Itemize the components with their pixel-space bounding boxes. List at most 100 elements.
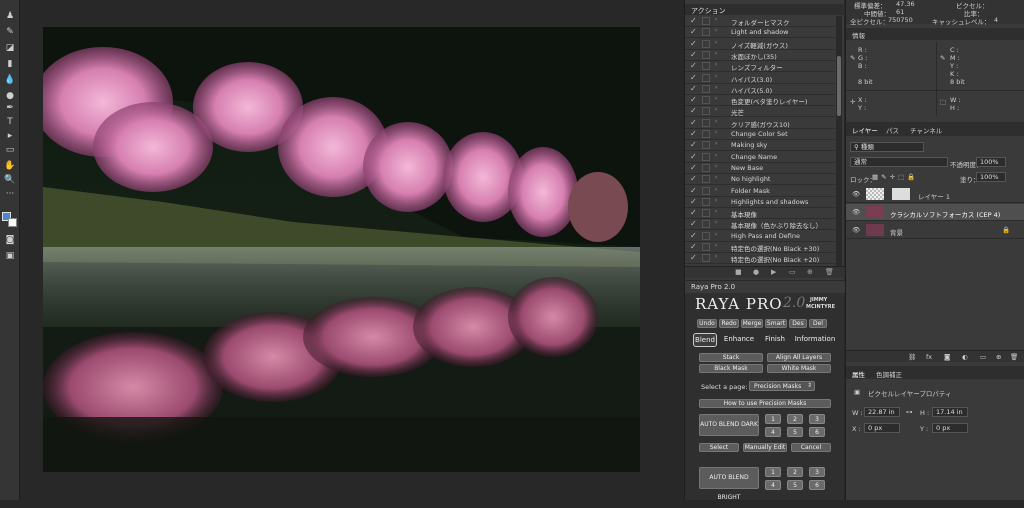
cherry-blossom-lake-photo[interactable]: [43, 27, 640, 472]
checkmark-icon[interactable]: ✓: [690, 95, 697, 104]
auto-blend-bright-button[interactable]: AUTO BLEND BRIGHT: [699, 467, 759, 501]
checkmark-icon[interactable]: ✓: [690, 118, 697, 127]
dialog-toggle[interactable]: [702, 17, 710, 25]
blend-level-5-button[interactable]: 5: [787, 480, 803, 490]
chevron-right-icon[interactable]: ›: [715, 242, 717, 249]
blend-level-2-button[interactable]: 2: [787, 414, 803, 424]
tab-layers[interactable]: レイヤー: [852, 125, 878, 135]
chevron-right-icon[interactable]: ›: [715, 231, 717, 238]
blend-mode-dropdown[interactable]: 通常: [850, 157, 948, 167]
mask-icon[interactable]: ◙: [944, 353, 950, 361]
chevron-right-icon[interactable]: ›: [715, 50, 717, 57]
checkmark-icon[interactable]: ✓: [690, 152, 697, 161]
action-item[interactable]: ✓ › 色変更(ベタ塗りレイヤー): [685, 95, 835, 107]
new-layer-icon[interactable]: ⊕: [996, 353, 1001, 361]
layer-row[interactable]: 👁 レイヤー 1: [846, 186, 1024, 203]
action-item[interactable]: ✓ › レンズフィルター: [685, 61, 835, 73]
action-item[interactable]: ✓ › 光芒: [685, 106, 835, 118]
chevron-right-icon[interactable]: ›: [715, 118, 717, 125]
dialog-toggle[interactable]: [702, 118, 710, 127]
raya-tab-finish[interactable]: Finish: [761, 333, 789, 347]
dialog-toggle[interactable]: [702, 231, 710, 240]
dialog-toggle[interactable]: [702, 197, 710, 206]
select-button[interactable]: Select: [699, 443, 739, 452]
chevron-right-icon[interactable]: ›: [715, 84, 717, 91]
auto-blend-dark-button[interactable]: AUTO BLEND DARK: [699, 414, 759, 436]
raya-undo-button[interactable]: Undo: [697, 319, 717, 328]
chevron-right-icon[interactable]: ›: [715, 27, 717, 34]
chevron-right-icon[interactable]: ›: [715, 163, 717, 170]
checkmark-icon[interactable]: ✓: [690, 39, 697, 48]
dodge-icon[interactable]: ●: [3, 90, 17, 102]
blend-level-5-button[interactable]: 5: [787, 427, 803, 437]
select-page-dropdown[interactable]: Precision Masks ⇕: [749, 381, 815, 391]
checkmark-icon[interactable]: ✓: [690, 231, 697, 240]
dialog-toggle[interactable]: [702, 50, 710, 59]
raya-del-button[interactable]: Del: [809, 319, 827, 328]
background-color-swatch[interactable]: [8, 218, 17, 227]
action-item[interactable]: ✓ › 特定色の選択(No Black +30): [685, 242, 835, 253]
checkmark-icon[interactable]: ✓: [690, 163, 697, 172]
dialog-toggle[interactable]: [702, 130, 710, 138]
action-item[interactable]: ✓ › クリア感(ガウス10): [685, 118, 835, 129]
height-field[interactable]: 17.14 in: [932, 407, 968, 417]
blend-level-4-button[interactable]: 4: [765, 427, 781, 437]
chevron-right-icon[interactable]: ›: [715, 39, 717, 46]
action-item[interactable]: ✓ › 基本現像（色かぶり除去なし）: [685, 219, 835, 231]
checkmark-icon[interactable]: ✓: [690, 61, 697, 70]
link-icon[interactable]: ⊶: [906, 408, 913, 416]
blend-level-6-button[interactable]: 6: [809, 480, 825, 490]
dialog-toggle[interactable]: [702, 254, 710, 263]
dialog-toggle[interactable]: [702, 220, 710, 229]
action-item[interactable]: ✓ › No highlight: [685, 174, 835, 186]
quick-mask-icon[interactable]: ◙: [3, 234, 17, 246]
checkmark-icon[interactable]: ✓: [690, 253, 697, 262]
raya-tab[interactable]: Raya Pro 2.0: [691, 283, 735, 291]
stack-button[interactable]: Stack: [699, 353, 763, 362]
checkmark-icon[interactable]: ✓: [690, 219, 697, 228]
blend-level-1-button[interactable]: 1: [765, 414, 781, 424]
dialog-toggle[interactable]: [702, 243, 710, 251]
action-item[interactable]: ✓ › フォルダーヒマスク: [685, 16, 835, 27]
checkmark-icon[interactable]: ✓: [690, 73, 697, 82]
action-item[interactable]: ✓ › Change Color Set: [685, 129, 835, 140]
layer-row[interactable]: 👁 クラシカルソフトフォーカス (CEP 4): [846, 204, 1024, 221]
fx-icon[interactable]: fx: [926, 353, 932, 361]
how-to-button[interactable]: How to use Precision Masks: [699, 399, 831, 408]
opacity-field[interactable]: 100%: [976, 157, 1006, 167]
raya-redo-button[interactable]: Redo: [719, 319, 739, 328]
dialog-toggle[interactable]: [702, 152, 710, 161]
lock-icons[interactable]: ▦✎✛⬚🔒: [872, 173, 918, 181]
action-item[interactable]: ✓ › ハイパス(5.0): [685, 84, 835, 95]
actions-scroll-thumb[interactable]: [837, 56, 841, 116]
chevron-right-icon[interactable]: ›: [715, 95, 717, 102]
dialog-toggle[interactable]: [702, 186, 710, 195]
path-select-icon[interactable]: ▸: [3, 130, 17, 142]
dialog-toggle[interactable]: [702, 163, 710, 172]
black-mask-button[interactable]: Black Mask: [699, 364, 763, 373]
tab-adjustments[interactable]: 色調補正: [876, 369, 902, 379]
dialog-toggle[interactable]: [702, 141, 710, 150]
blend-level-4-button[interactable]: 4: [765, 480, 781, 490]
checkmark-icon[interactable]: ✓: [690, 174, 697, 183]
chevron-right-icon[interactable]: ›: [715, 208, 717, 215]
adjustment-icon[interactable]: ◐: [962, 353, 968, 361]
pen-icon[interactable]: ✒: [3, 102, 17, 114]
checkmark-icon[interactable]: ✓: [690, 27, 697, 36]
chevron-right-icon[interactable]: ›: [715, 16, 717, 23]
action-item[interactable]: ✓ › Change Name: [685, 152, 835, 163]
play-icon[interactable]: ▶: [771, 268, 776, 276]
eye-icon[interactable]: 👁: [852, 208, 860, 216]
checkmark-icon[interactable]: ✓: [690, 129, 697, 138]
trash-icon[interactable]: 🗑: [825, 268, 834, 276]
dialog-toggle[interactable]: [702, 175, 710, 184]
new-action-icon[interactable]: ⊕: [807, 268, 813, 276]
gradient-icon[interactable]: ▮: [3, 58, 17, 70]
blend-level-3-button[interactable]: 3: [809, 467, 825, 477]
trash-icon[interactable]: 🗑: [1010, 353, 1018, 361]
eye-icon[interactable]: 👁: [852, 226, 860, 234]
dialog-toggle[interactable]: [702, 73, 710, 82]
blend-level-2-button[interactable]: 2: [787, 467, 803, 477]
chevron-right-icon[interactable]: ›: [715, 73, 717, 80]
raya-des-button[interactable]: Des: [789, 319, 807, 328]
